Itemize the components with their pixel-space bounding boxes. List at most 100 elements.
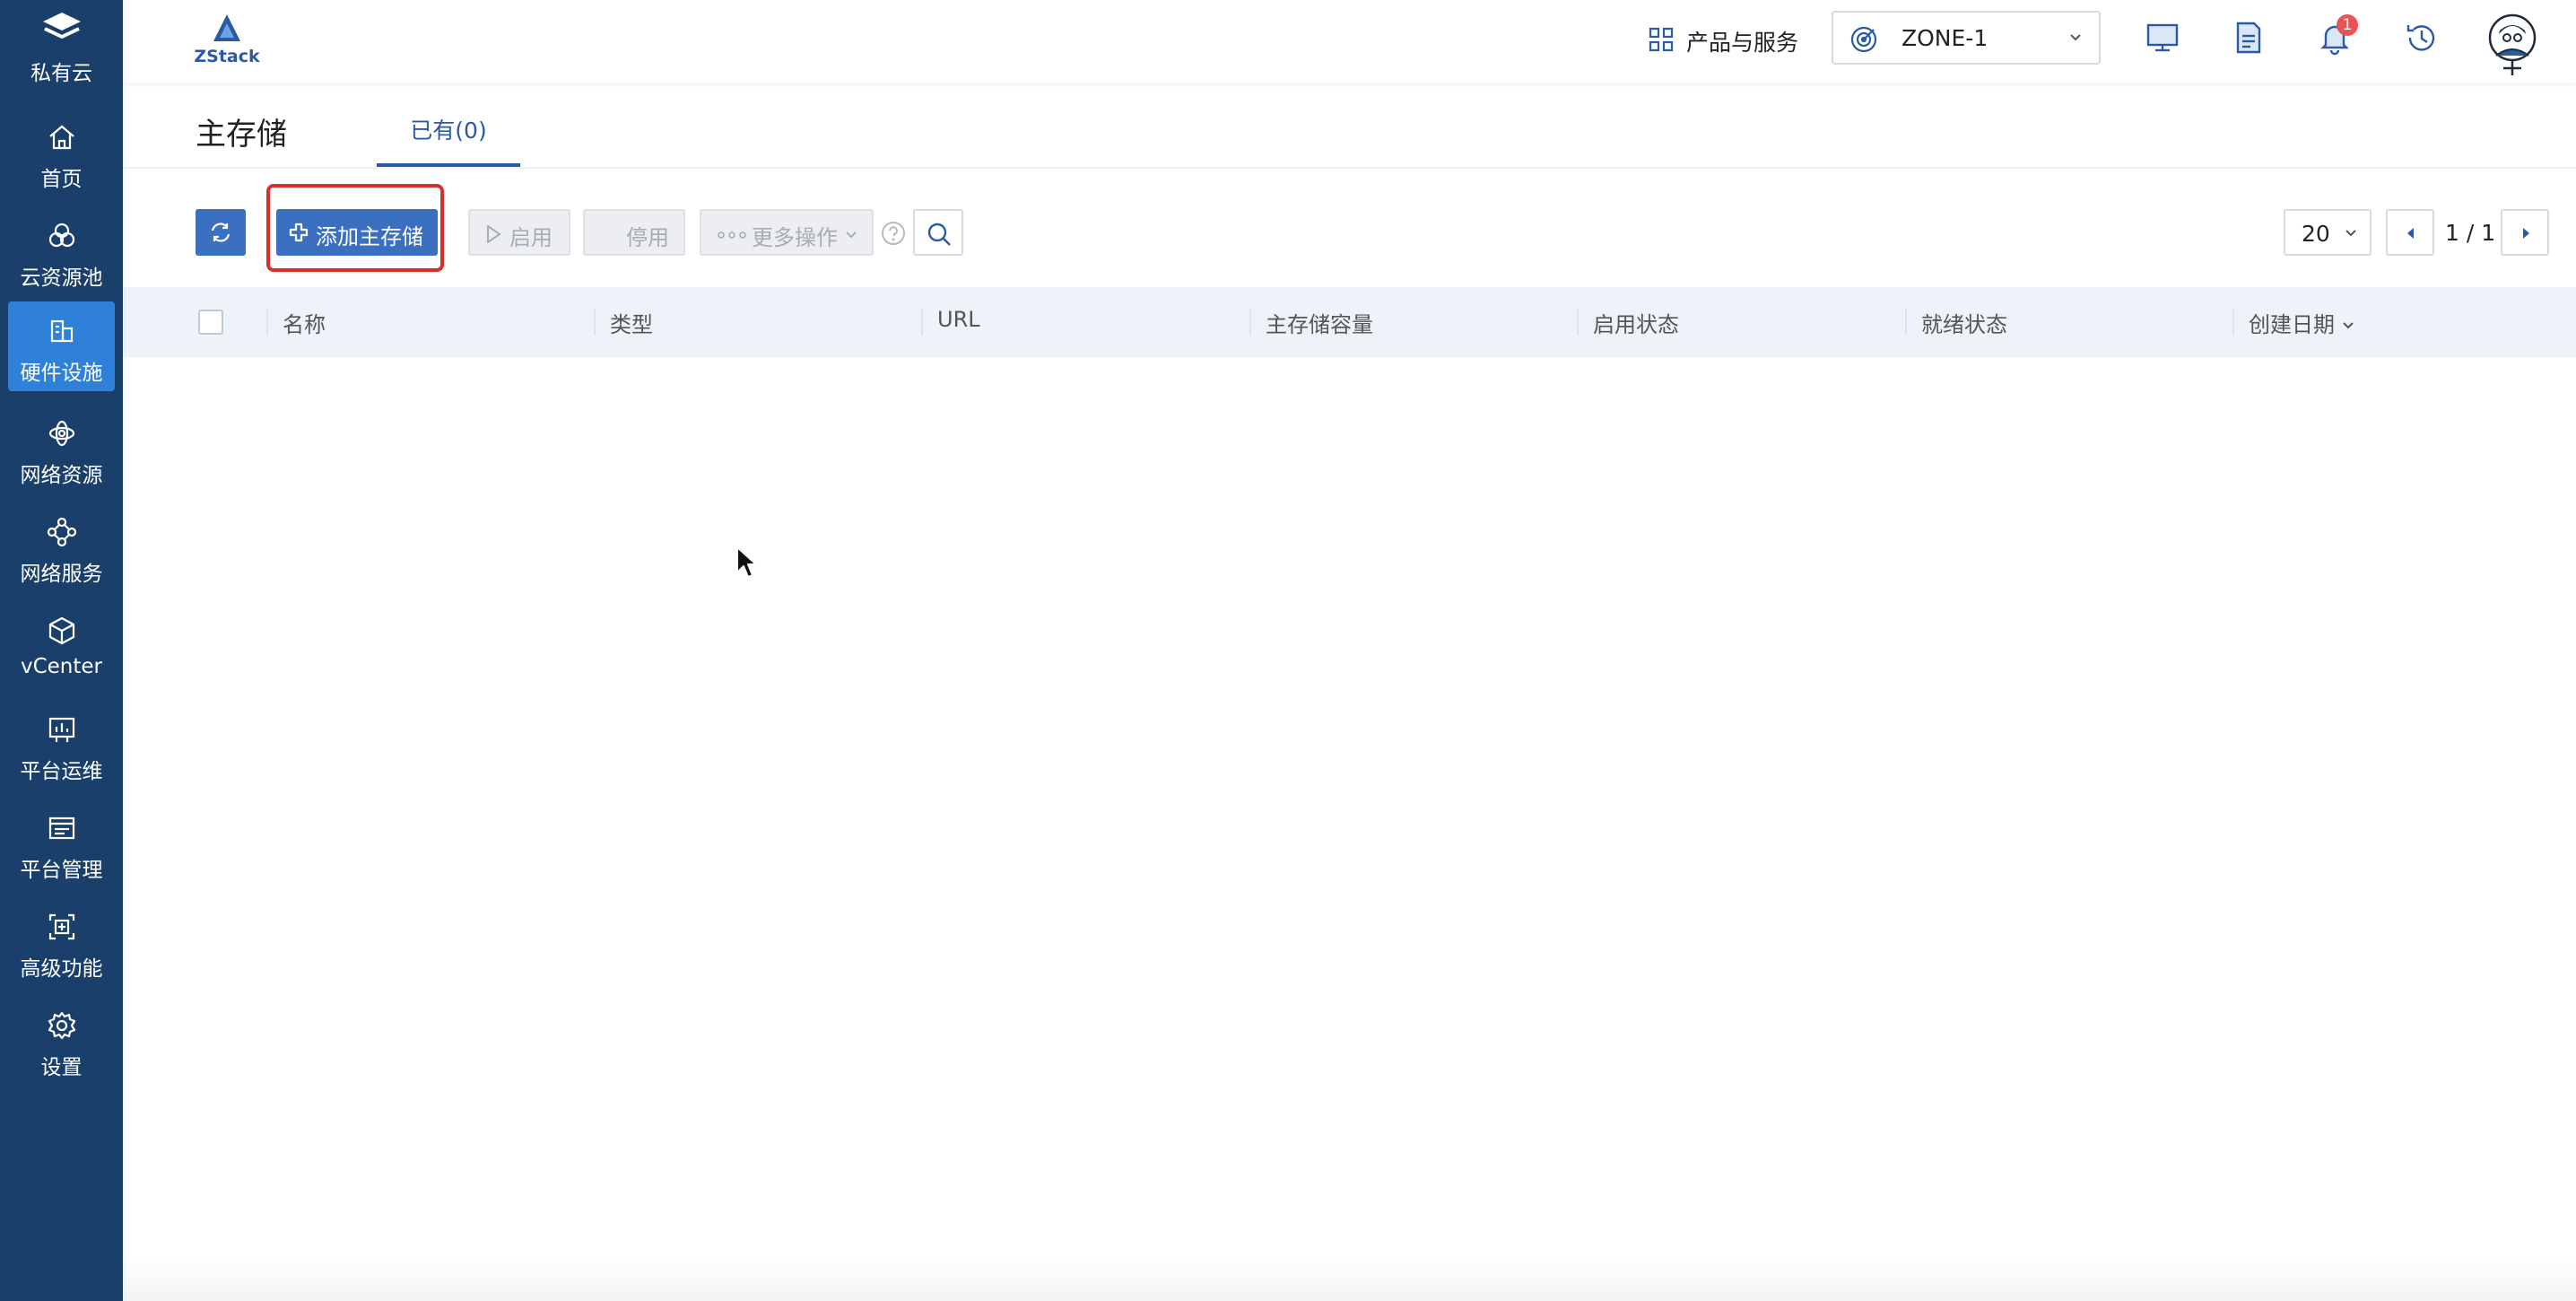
refresh-icon (211, 223, 231, 242)
products-label: 产品与服务 (1686, 30, 1799, 56)
sidebar-item-advanced[interactable]: 高级功能 (8, 897, 115, 987)
more-actions-button[interactable]: 更多操作 (700, 209, 874, 256)
sidebar-item-label: 平台运维 (20, 760, 103, 783)
plus-icon (289, 223, 309, 242)
sidebar-item-platform-management[interactable]: 平台管理 (8, 799, 115, 888)
zstack-logo-icon (213, 14, 240, 41)
caret-left-icon (2407, 228, 2414, 239)
avatar-icon (2488, 13, 2537, 75)
column-separator (2232, 309, 2234, 336)
refresh-button[interactable] (196, 209, 246, 256)
next-page-button[interactable] (2501, 209, 2549, 256)
sidebar-item-platform-ops[interactable]: 平台运维 (8, 700, 115, 790)
sidebar-item-vcenter[interactable]: vCenter (8, 601, 115, 691)
page-footer-fade (123, 1256, 2576, 1301)
document-button[interactable] (2231, 20, 2270, 59)
chevron-down-icon (2345, 230, 2356, 237)
sidebar-item-label: 网络资源 (20, 464, 103, 487)
history-clock-icon (2406, 25, 2435, 51)
column-name[interactable]: 名称 (283, 307, 326, 338)
page-title: 主存储 (196, 117, 287, 153)
logo-text: ZStack (194, 47, 260, 66)
caret-right-icon (2523, 228, 2529, 239)
enable-label: 启用 (509, 225, 553, 250)
home-icon (49, 125, 74, 150)
zone-label: ZONE-1 (1902, 25, 1989, 51)
more-dots-icon (718, 231, 746, 239)
network-service-icon (47, 517, 77, 547)
sidebar-item-label: 云资源池 (20, 266, 103, 290)
column-created-date-label: 创建日期 (2249, 312, 2335, 337)
vcenter-cube-icon (48, 616, 75, 645)
layers-icon (43, 13, 81, 39)
search-icon (927, 223, 951, 246)
notifications-button[interactable]: 1 (2317, 14, 2358, 59)
enable-button[interactable]: 启用 (468, 209, 570, 256)
console-button[interactable] (2145, 20, 2184, 59)
column-url[interactable]: URL (937, 307, 980, 332)
column-separator (921, 309, 923, 336)
sidebar-item-network-service[interactable]: 网络服务 (8, 502, 115, 592)
notification-badge: 1 (2337, 14, 2358, 36)
more-label: 更多操作 (752, 225, 838, 250)
target-icon (1850, 26, 1877, 53)
management-icon (48, 816, 75, 840)
chevron-down-icon (846, 231, 857, 239)
tab-existing[interactable]: 已有(0) (377, 99, 520, 167)
sort-chevron-icon (2343, 322, 2354, 329)
column-separator (1905, 309, 1907, 336)
column-separator (266, 309, 268, 336)
page-size-select[interactable]: 20 (2284, 209, 2371, 256)
grid-icon (1649, 27, 1674, 52)
gear-icon (48, 1011, 76, 1040)
column-separator (1577, 309, 1579, 336)
chevron-down-icon (2070, 34, 2081, 41)
disable-label: 停用 (626, 225, 669, 250)
sidebar-item-settings[interactable]: 设置 (8, 996, 115, 1086)
page-indicator: 1 / 1 (2445, 220, 2496, 246)
sidebar-brand[interactable]: 私有云 (0, 0, 123, 90)
hardware-icon (50, 319, 74, 343)
sidebar-item-label: 网络服务 (20, 563, 103, 586)
table-header: 名称 类型 URL 主存储容量 启用状态 就绪状态 创建日期 (123, 287, 2576, 357)
top-header: ZStack 产品与服务 ZONE-1 1 (123, 0, 2576, 83)
select-all-checkbox[interactable] (198, 310, 223, 335)
sidebar-item-label: vCenter (20, 655, 103, 678)
network-resource-icon (48, 420, 75, 447)
sidebar-item-network-resource[interactable]: 网络资源 (8, 404, 115, 493)
column-ready-state[interactable]: 就绪状态 (1921, 307, 2007, 338)
sidebar-item-resource-pool[interactable]: 云资源池 (8, 206, 115, 296)
sidebar-item-label: 硬件设施 (20, 362, 103, 385)
sidebar-item-home[interactable]: 首页 (8, 108, 115, 197)
header-divider (123, 167, 2576, 169)
sidebar-item-hardware[interactable]: 硬件设施 (8, 301, 115, 391)
column-separator (594, 309, 596, 336)
sidebar-item-label: 设置 (40, 1056, 83, 1079)
help-icon[interactable] (881, 221, 906, 246)
column-enable-state[interactable]: 启用状态 (1593, 307, 1679, 338)
sidebar: 私有云 首页 云资源池 硬件设施 网络资源 网络服务 vCenter 平台运维 … (0, 0, 123, 1301)
sidebar-item-label: 平台管理 (20, 859, 103, 882)
add-primary-storage-button[interactable]: 添加主存储 (276, 209, 438, 256)
zstack-logo[interactable]: ZStack (193, 11, 261, 72)
monitor-chart-icon (48, 717, 75, 742)
column-capacity[interactable]: 主存储容量 (1266, 307, 1373, 338)
advanced-feature-icon (48, 913, 75, 940)
monitor-icon (2146, 23, 2179, 52)
document-icon (2236, 22, 2261, 54)
resource-pool-icon (48, 223, 75, 248)
sidebar-item-label: 首页 (40, 168, 83, 191)
history-button[interactable] (2403, 20, 2442, 59)
column-created-date[interactable]: 创建日期 (2249, 307, 2354, 338)
brand-label: 私有云 (30, 62, 92, 85)
user-avatar[interactable] (2487, 13, 2537, 75)
sidebar-item-label: 高级功能 (20, 957, 103, 981)
play-icon (487, 225, 500, 243)
mouse-cursor-icon (736, 546, 757, 578)
page-size-value: 20 (2302, 221, 2330, 247)
prev-page-button[interactable] (2386, 209, 2434, 256)
column-type[interactable]: 类型 (610, 307, 653, 338)
zone-selector[interactable]: ZONE-1 (1832, 11, 2101, 65)
search-button[interactable] (913, 209, 963, 256)
disable-button[interactable]: 停用 (583, 209, 685, 256)
